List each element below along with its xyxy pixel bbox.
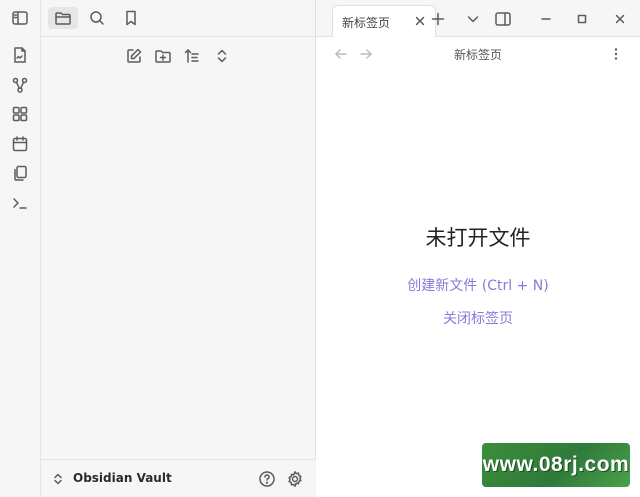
close-tab-icon[interactable] (413, 14, 427, 28)
graph-view-icon[interactable] (10, 75, 30, 95)
chevrons-up-down-icon (217, 49, 227, 63)
tab-search[interactable] (82, 7, 112, 29)
close-icon (615, 14, 625, 24)
minimize-button[interactable] (536, 9, 556, 29)
folder-plus-icon (155, 50, 171, 63)
more-options-icon[interactable] (608, 46, 624, 62)
toggle-sidebar-icon[interactable] (10, 8, 30, 28)
left-ribbon (0, 0, 41, 497)
empty-state-title: 未打开文件 (425, 226, 531, 250)
daily-note-icon[interactable] (10, 134, 30, 154)
tab-bookmarks[interactable] (116, 7, 146, 29)
folder-icon (55, 12, 71, 25)
canvas-icon[interactable] (10, 104, 30, 124)
tab-new-tab[interactable]: 新标签页 (332, 5, 436, 37)
vault-switcher[interactable]: Obsidian Vault (41, 459, 316, 497)
view-header: 新标签页 (316, 38, 640, 70)
watermark-text: www.08rj.com (482, 453, 630, 476)
watermark-logo: www.08rj.com (482, 443, 630, 487)
open-quick-switcher-icon[interactable] (10, 45, 30, 65)
left-sidebar (41, 0, 316, 497)
search-icon (90, 11, 104, 25)
chevrons-up-down-icon (54, 473, 62, 485)
sidebar-divider (41, 36, 316, 37)
view-title: 新标签页 (453, 48, 502, 62)
chevron-down-icon (467, 16, 479, 23)
tab-files[interactable] (48, 7, 78, 29)
sort-button[interactable] (181, 45, 203, 67)
edit-icon (127, 48, 142, 63)
close-tab-link[interactable]: 关闭标签页 (316, 308, 640, 328)
toggle-right-sidebar-button[interactable] (493, 9, 513, 29)
plus-icon (431, 12, 445, 26)
collapse-all-button[interactable] (211, 45, 233, 67)
sort-icon (184, 49, 199, 63)
create-new-file-link[interactable]: 创建新文件 (Ctrl + N) (316, 275, 640, 295)
bookmark-icon (126, 10, 136, 26)
minimize-icon (541, 18, 551, 20)
command-palette-icon[interactable] (10, 193, 30, 213)
tab-list-button[interactable] (463, 9, 483, 29)
maximize-icon (577, 14, 587, 24)
templates-icon[interactable] (10, 163, 30, 183)
right-sidebar-icon (495, 12, 511, 26)
new-folder-button[interactable] (152, 45, 174, 67)
tab-strip: 新标签页 (316, 0, 640, 37)
new-tab-button[interactable] (428, 9, 448, 29)
new-note-button[interactable] (123, 45, 145, 67)
tab-title: 新标签页 (342, 16, 391, 30)
maximize-button[interactable] (572, 9, 592, 29)
close-window-button[interactable] (610, 9, 630, 29)
settings-gear-icon[interactable] (286, 470, 304, 488)
vault-name: Obsidian Vault (73, 471, 172, 485)
help-icon[interactable] (258, 470, 276, 488)
